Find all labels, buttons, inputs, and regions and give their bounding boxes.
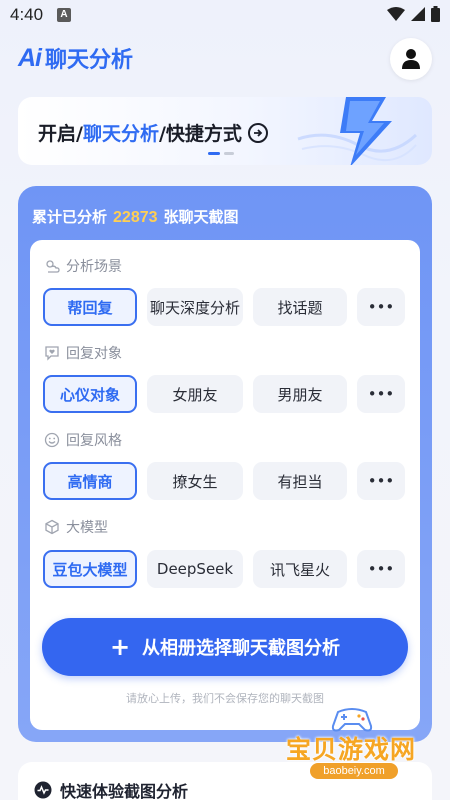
chip-deepseek[interactable]: DeepSeek — [147, 550, 243, 588]
app-title: 聊天分析 — [45, 48, 134, 73]
section-label-text: 分析场景 — [66, 259, 122, 275]
stats-prefix: 累计已分析 — [32, 208, 108, 226]
quick-demo-title-text: 快速体验截图分析 — [60, 782, 189, 800]
wifi-icon — [387, 7, 405, 21]
arrow-right-circle-icon — [247, 122, 268, 143]
banner-suffix: /快捷方式 — [158, 123, 242, 145]
select-from-album-button[interactable]: + 从相册选择聊天截图分析 — [42, 618, 408, 676]
quick-demo-title: 快速体验截图分析 — [34, 778, 188, 800]
site-watermark: 宝贝游戏网 baobeiy.com — [276, 700, 426, 784]
scene-chip-row: 帮回复 聊天深度分析 找话题 ••• — [43, 288, 405, 326]
plus-icon: + — [109, 633, 131, 661]
stats-suffix: 张聊天截图 — [163, 208, 239, 226]
stats-count: 22873 — [113, 209, 158, 226]
lightning-icon — [297, 97, 418, 165]
chip-doubao[interactable]: 豆包大模型 — [43, 550, 137, 588]
watermark-text: 宝贝游戏网 — [285, 735, 416, 764]
more-target-button[interactable]: ••• — [357, 375, 405, 413]
user-icon — [402, 49, 420, 69]
style-chip-row: 高情商 撩女生 有担当 ••• — [43, 462, 405, 500]
chip-xunfei[interactable]: 讯飞星火 — [253, 550, 347, 588]
signal-icon — [411, 7, 425, 21]
banner-pagination — [208, 152, 234, 155]
chip-girlfriend[interactable]: 女朋友 — [147, 375, 243, 413]
chip-flirt[interactable]: 撩女生 — [147, 462, 243, 500]
chip-deep-analysis[interactable]: 聊天深度分析 — [147, 288, 243, 326]
smile-icon — [44, 432, 60, 448]
section-label-text: 大模型 — [66, 520, 108, 536]
status-time: 4:40 — [10, 5, 44, 24]
banner-highlight: 聊天分析 — [82, 123, 159, 145]
section-target-label: 回复对象 — [44, 343, 122, 363]
chip-crush[interactable]: 心仪对象 — [43, 375, 137, 413]
section-model-label: 大模型 — [44, 517, 108, 537]
pagination-dot — [224, 152, 234, 155]
more-model-button[interactable]: ••• — [357, 550, 405, 588]
section-style-label: 回复风格 — [44, 430, 122, 450]
app-logo: Ai — [18, 43, 42, 72]
more-scene-button[interactable]: ••• — [357, 288, 405, 326]
cube-icon — [45, 519, 59, 535]
chip-find-topic[interactable]: 找话题 — [253, 288, 347, 326]
notification-badge: A — [57, 8, 71, 22]
model-chip-row: 豆包大模型 DeepSeek 讯飞星火 ••• — [43, 550, 405, 588]
pagination-dot-active — [208, 152, 220, 155]
section-label-text: 回复风格 — [66, 433, 122, 449]
banner-prefix: 开启/ — [38, 123, 83, 145]
target-chip-row: 心仪对象 女朋友 男朋友 ••• — [43, 375, 405, 413]
options-panel: 分析场景 帮回复 聊天深度分析 找话题 ••• 回复对象 心仪对象 女朋友 男朋… — [30, 240, 420, 730]
analysis-card: 累计已分析 22873 张聊天截图 分析场景 帮回复 聊天深度分析 找话题 ••• … — [18, 186, 432, 742]
profile-button[interactable] — [390, 38, 432, 80]
heart-chat-icon — [45, 346, 59, 361]
chip-help-reply[interactable]: 帮回复 — [43, 288, 137, 326]
watermark-domain: baobeiy.com — [310, 763, 398, 779]
cta-label: 从相册选择聊天截图分析 — [142, 638, 341, 659]
system-icons — [387, 6, 440, 22]
chip-responsible[interactable]: 有担当 — [253, 462, 347, 500]
stats-line: 累计已分析 22873 张聊天截图 — [32, 206, 239, 227]
app-header: Ai 聊天分析 — [18, 40, 133, 76]
chip-boyfriend[interactable]: 男朋友 — [253, 375, 347, 413]
pulse-icon — [34, 781, 52, 799]
status-bar: 4:40 A — [0, 0, 450, 30]
more-style-button[interactable]: ••• — [357, 462, 405, 500]
banner-text: 开启/ 聊天分析 /快捷方式 — [38, 119, 268, 146]
chip-high-eq[interactable]: 高情商 — [43, 462, 137, 500]
cloud-sun-icon — [46, 260, 60, 273]
section-scene-label: 分析场景 — [44, 256, 122, 276]
battery-icon — [431, 6, 440, 22]
section-label-text: 回复对象 — [66, 346, 122, 362]
